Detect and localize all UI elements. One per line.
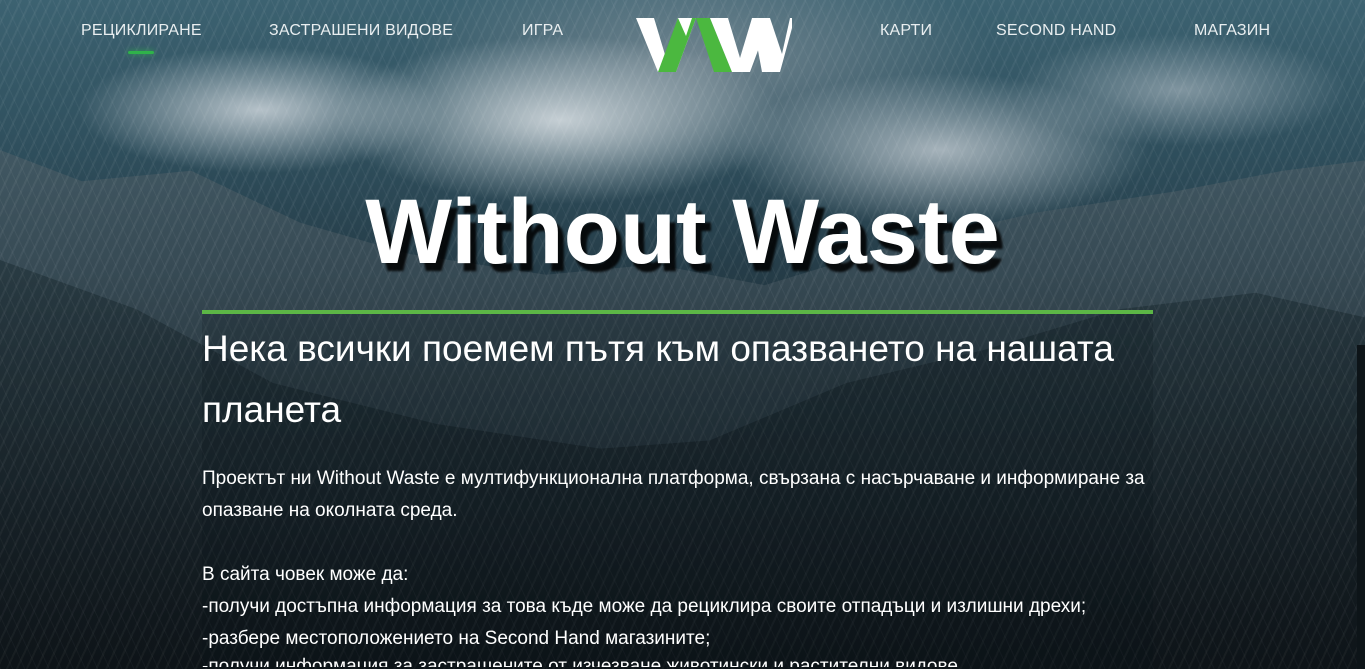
nav-link-endangered-species[interactable]: ЗАСТРАШЕНИ ВИДОВЕ xyxy=(269,22,453,40)
feature-item-second-hand: -разбере местоположението на Second Hand… xyxy=(202,628,711,649)
nav-link-second-hand[interactable]: SECOND HAND xyxy=(996,22,1116,40)
ww-logo-icon[interactable] xyxy=(634,14,792,74)
feature-item-species: -получи информация за застрашените от из… xyxy=(202,655,1152,667)
nav-link-recycling[interactable]: РЕЦИКЛИРАНЕ xyxy=(81,22,202,54)
page-edge-strip xyxy=(1357,345,1365,669)
hero-subtitle: Нека всички поемем пътя към опазването н… xyxy=(202,328,1114,430)
nav-link-maps[interactable]: КАРТИ xyxy=(880,22,932,40)
hero-title: Without Waste xyxy=(365,181,1000,283)
project-description: Проектът ни Without Waste е мултифункцио… xyxy=(202,463,1152,667)
intro-paragraph: Проектът ни Without Waste е мултифункцио… xyxy=(202,468,1145,521)
nav-link-shop[interactable]: МАГАЗИН xyxy=(1194,22,1270,40)
list-heading: В сайта човек може да: xyxy=(202,564,409,585)
nav-link-game[interactable]: ИГРА xyxy=(522,22,563,40)
feature-item-recycling: -получи достъпна информация за това къде… xyxy=(202,596,1087,617)
main-navigation: РЕЦИКЛИРАНЕ ЗАСТРАШЕНИ ВИДОВЕ ИГРА КАРТИ… xyxy=(0,0,1365,80)
feature-item-species-text: -получи информация за застрашените от из… xyxy=(202,656,964,667)
